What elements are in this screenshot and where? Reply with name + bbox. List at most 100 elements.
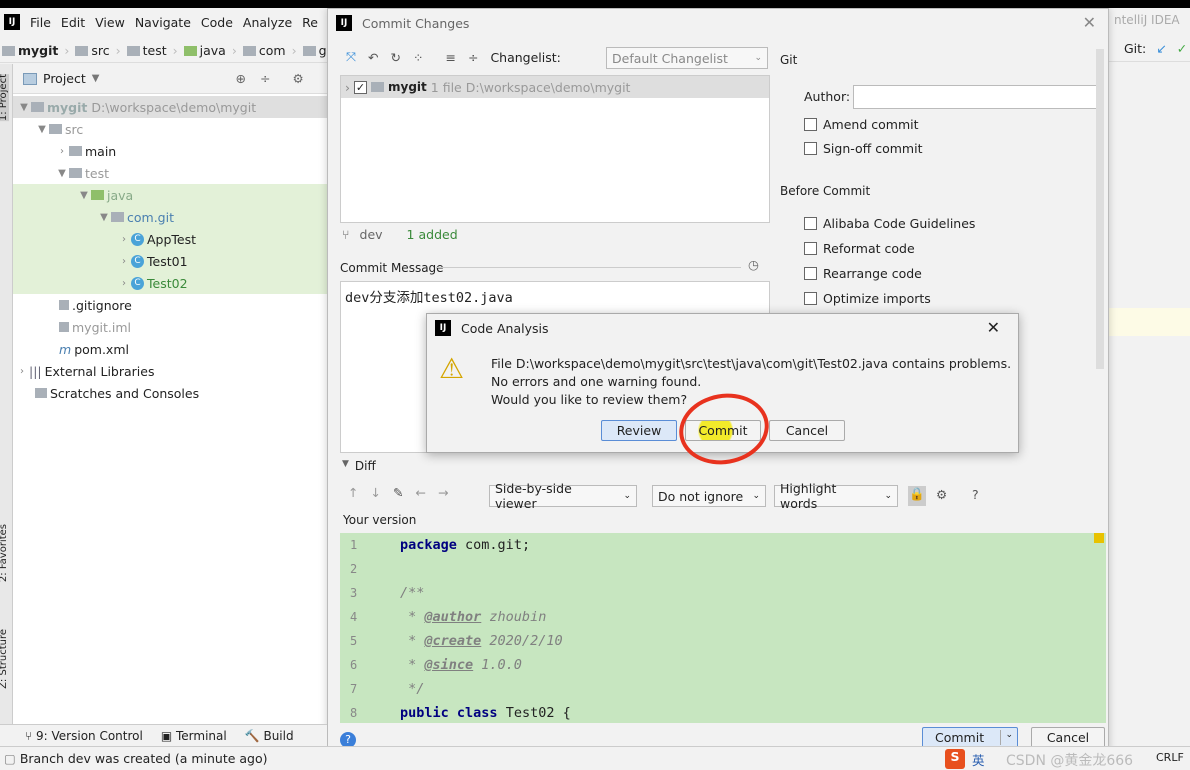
diff-toggle[interactable]: ▼ Diff [342, 459, 376, 473]
chevron-down-icon[interactable]: ▼ [92, 73, 100, 84]
tree-item-src[interactable]: ▼ src [13, 118, 327, 140]
collapse-all-icon[interactable]: ÷ [468, 50, 478, 65]
menu-bar: IJ File Edit View Navigate Code Analyze … [0, 8, 330, 36]
tree-item-mygit-iml[interactable]: mygit.iml [13, 316, 327, 338]
git-label: Git: [1124, 41, 1147, 56]
structure-tool-tab[interactable]: Z: Structure [0, 629, 9, 689]
crumb-git[interactable]: gi [302, 43, 330, 58]
menu-file[interactable]: File [30, 15, 51, 30]
tree-item-main[interactable]: › main [13, 140, 327, 162]
author-input[interactable] [853, 85, 1101, 109]
chevron-down-icon: ⌄ [1000, 730, 1013, 745]
crumb-test[interactable]: test [126, 43, 167, 58]
changelist-select[interactable]: Default Changelist ⌄ [606, 47, 768, 69]
sogou-ime-icon[interactable]: S [945, 749, 965, 769]
tree-item-external-libraries[interactable]: › ||| External Libraries [13, 360, 327, 382]
next-diff-icon[interactable]: ↓ [370, 485, 380, 500]
review-button[interactable]: Review [601, 420, 677, 441]
tree-item-test01[interactable]: › C Test01 [13, 250, 327, 272]
crumb-mygit[interactable]: mygit [2, 43, 58, 58]
popup-title: Code Analysis [461, 320, 549, 336]
tree-item-apptest[interactable]: › C AppTest [13, 228, 327, 250]
include-checkbox[interactable]: ✓ [354, 80, 367, 94]
code-text: */ [400, 681, 425, 697]
crumb-java[interactable]: java [183, 43, 226, 58]
menu-refactor[interactable]: Re [302, 15, 318, 30]
ime-mode[interactable]: 英 [972, 750, 985, 769]
viewer-select[interactable]: Side-by-side viewer ⌄ [489, 481, 637, 511]
tree-item-test[interactable]: ▼ test [13, 162, 327, 184]
back-icon[interactable]: ← [415, 485, 425, 500]
project-tool-tab[interactable]: 1: Project [0, 74, 9, 122]
menu-edit[interactable]: Edit [61, 15, 85, 30]
close-icon[interactable]: ✕ [987, 318, 1000, 337]
git-commit-icon[interactable]: ✓ [1177, 41, 1187, 56]
line-separator[interactable]: CRLF [1156, 751, 1184, 764]
tree-item-gitignore[interactable]: .gitignore [13, 294, 327, 316]
tree-item-scratches[interactable]: Scratches and Consoles [13, 382, 327, 404]
code-line: 7 */ [340, 677, 1106, 701]
help-icon[interactable]: ? [972, 487, 979, 502]
class-icon: C [131, 232, 144, 246]
rearrange-code-checkbox[interactable]: Rearrange code [804, 266, 922, 281]
optimize-imports-checkbox[interactable]: Optimize imports [804, 291, 931, 306]
maven-icon: m [59, 341, 72, 357]
branch-name: dev [359, 227, 383, 242]
tree-item-java[interactable]: ▼ java [13, 184, 327, 206]
added-count: 1 added [406, 227, 458, 242]
build-tab[interactable]: 🔨 Build [245, 729, 294, 743]
line-number: 8 [350, 706, 358, 720]
intellij-logo-icon: IJ [336, 15, 352, 31]
group-by-icon[interactable]: ⁘ [413, 50, 423, 65]
close-icon[interactable]: ✕ [1083, 13, 1096, 32]
history-clock-icon[interactable]: ◷ [748, 257, 759, 272]
crumb-src[interactable]: src [75, 43, 110, 58]
edit-icon[interactable]: ✎ [393, 485, 403, 500]
prev-diff-icon[interactable]: ↑ [348, 485, 358, 500]
forward-icon[interactable]: → [438, 485, 448, 500]
rollback-icon[interactable]: ↶ [368, 50, 378, 65]
tree-item-pom[interactable]: m pom.xml [13, 338, 327, 360]
reformat-code-checkbox[interactable]: Reformat code [804, 241, 915, 256]
options-scrollbar[interactable] [1096, 49, 1104, 369]
collapse-icon[interactable]: ÷ [260, 71, 270, 86]
highlight-select[interactable]: Highlight words ⌄ [774, 481, 898, 511]
project-view-select[interactable]: Project [43, 71, 86, 86]
menu-view[interactable]: View [95, 15, 125, 30]
crumb-com[interactable]: com [242, 43, 286, 58]
screen-top-bar [0, 0, 1190, 8]
left-tool-strip: 1: Project 2: Favorites Z: Structure [0, 64, 13, 724]
expand-all-icon[interactable]: ≡ [445, 50, 455, 65]
menu-analyze[interactable]: Analyze [243, 15, 292, 30]
tree-item-com-git[interactable]: ▼ com.git [13, 206, 327, 228]
tree-item-test02[interactable]: › C Test02 [13, 272, 327, 294]
version-control-tab[interactable]: ⑂ 9: Version Control [25, 729, 143, 743]
menu-code[interactable]: Code [201, 15, 233, 30]
amend-commit-checkbox[interactable]: Amend commit [804, 117, 919, 132]
commit-button[interactable]: Commit ⌄ [922, 727, 1018, 748]
favorites-tool-tab[interactable]: 2: Favorites [0, 524, 9, 582]
tree-item-mygit[interactable]: ▼ mygit D:\workspace\demo\mygit [13, 96, 327, 118]
class-icon: C [131, 276, 144, 290]
alibaba-guidelines-checkbox[interactable]: Alibaba Code Guidelines [804, 216, 975, 231]
diff-arrows-icon[interactable]: ⤧ [346, 49, 356, 65]
gear-icon[interactable]: ⚙ [936, 487, 947, 502]
whitespace-select[interactable]: Do not ignore ⌄ [652, 485, 766, 507]
terminal-tab[interactable]: ▣ Terminal [161, 729, 227, 743]
code-text: * @author zhoubin [400, 609, 547, 625]
line-number: 5 [350, 634, 358, 648]
signoff-commit-checkbox[interactable]: Sign-off commit [804, 141, 923, 156]
popup-cancel-button[interactable]: Cancel [769, 420, 845, 441]
cancel-button[interactable]: Cancel [1031, 727, 1105, 748]
folder-icon [242, 46, 256, 56]
changes-tree: › ✓ mygit 1 file D:\workspace\demo\mygit [340, 75, 770, 223]
diff-code-viewer[interactable]: 1 package com.git; 2 3 /** 4 * @author zhoubi… [340, 533, 1106, 723]
menu-navigate[interactable]: Navigate [135, 15, 191, 30]
git-update-icon[interactable]: ↙ [1156, 41, 1166, 56]
line-number: 3 [350, 586, 358, 600]
changes-row-mygit[interactable]: › ✓ mygit 1 file D:\workspace\demo\mygit [341, 76, 769, 98]
refresh-icon[interactable]: ↻ [391, 50, 401, 65]
lock-icon[interactable]: 🔒 [908, 486, 926, 506]
gear-icon[interactable]: ⚙ [292, 71, 303, 86]
locate-icon[interactable]: ⊕ [235, 71, 245, 86]
